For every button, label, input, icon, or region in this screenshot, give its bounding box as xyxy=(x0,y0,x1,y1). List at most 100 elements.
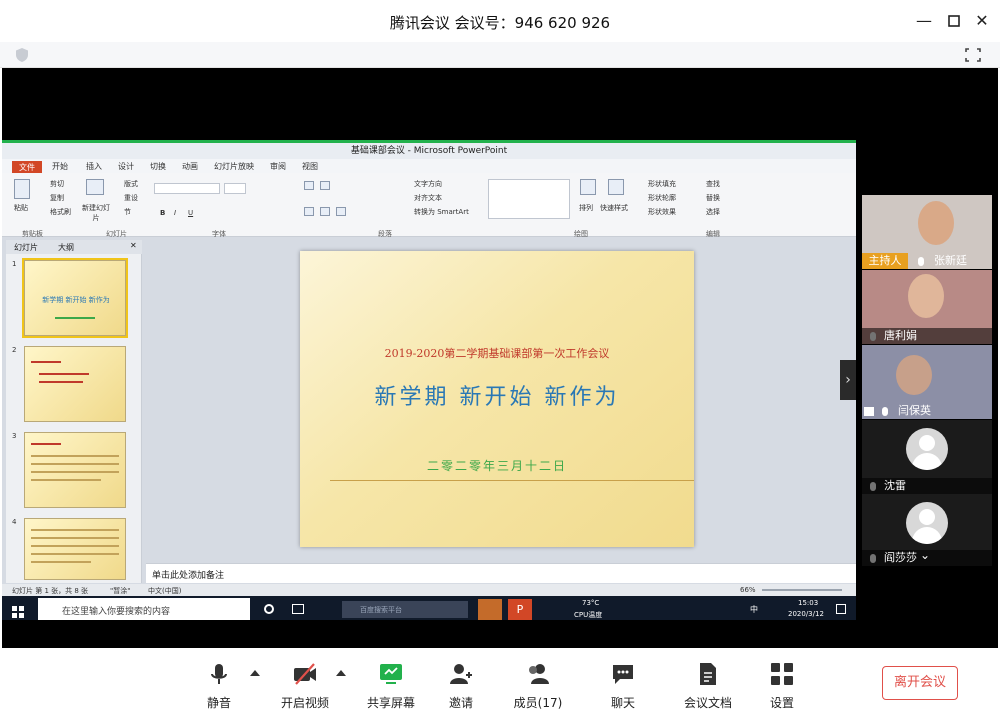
new-slide-button[interactable]: 新建幻灯片 xyxy=(82,203,110,223)
tab-insert[interactable]: 插入 xyxy=(86,161,102,172)
mute-button[interactable]: 静音 xyxy=(184,660,254,716)
ime-indicator[interactable]: 中 xyxy=(750,604,758,615)
find-button[interactable]: 查找 xyxy=(706,179,720,189)
invite-button[interactable]: 邀请 xyxy=(426,660,496,716)
thumb-number: 3 xyxy=(12,432,17,440)
members-button[interactable]: 成员(17) xyxy=(503,660,573,716)
group-clipboard: 剪贴板 xyxy=(22,230,43,238)
maximize-icon[interactable] xyxy=(942,9,966,33)
tab-view[interactable]: 视图 xyxy=(302,161,318,172)
close-pane-icon[interactable]: ✕ xyxy=(130,241,137,250)
quick-styles-button[interactable]: 快速样式 xyxy=(600,203,628,213)
browser-search-box[interactable]: 百度搜索平台 xyxy=(342,601,468,618)
participant-video xyxy=(908,274,944,318)
video-options-caret[interactable] xyxy=(336,670,346,676)
shield-icon[interactable] xyxy=(14,47,30,63)
tab-slideshow[interactable]: 幻灯片放映 xyxy=(214,161,254,172)
app-icon-image[interactable] xyxy=(478,599,502,620)
close-icon[interactable]: ✕ xyxy=(970,9,994,33)
thumbnail-slide-2[interactable] xyxy=(24,346,126,422)
text-direction-button[interactable]: 文字方向 xyxy=(414,179,442,189)
font-size-select[interactable] xyxy=(224,183,246,194)
paste-icon[interactable] xyxy=(14,179,30,199)
shape-fill-button[interactable]: 形状填充 xyxy=(648,179,676,189)
video-off-icon xyxy=(294,663,316,685)
microphone-icon xyxy=(211,664,227,684)
format-painter-button[interactable]: 格式刷 xyxy=(50,207,71,217)
share-screen-icon xyxy=(380,664,402,684)
title-bar: 腾讯会议 会议号：946 620 926 — ✕ xyxy=(0,0,1000,42)
tab-home[interactable]: 开始 xyxy=(52,161,68,172)
windows-start-icon[interactable] xyxy=(12,603,24,618)
tab-design[interactable]: 设计 xyxy=(118,161,134,172)
fullscreen-icon[interactable] xyxy=(964,47,982,63)
chat-button[interactable]: 聊天 xyxy=(588,660,658,716)
start-video-button[interactable]: 开启视频 xyxy=(270,660,340,716)
bold-button[interactable]: B xyxy=(160,209,165,217)
shape-effects-button[interactable]: 形状效果 xyxy=(648,207,676,217)
minimize-icon[interactable]: — xyxy=(912,9,936,33)
notification-icon[interactable] xyxy=(836,604,846,614)
notes-field[interactable]: 单击此处添加备注 xyxy=(146,563,856,583)
slide-divider xyxy=(330,480,694,481)
layout-button[interactable]: 版式 xyxy=(124,179,138,189)
thumbnail-slide-1[interactable]: 新学期 新开始 新作为 xyxy=(22,258,128,338)
thumbnail-slide-3[interactable] xyxy=(24,432,126,508)
select-button[interactable]: 选择 xyxy=(706,207,720,217)
align-center-icon[interactable] xyxy=(320,207,330,216)
arrange-icon[interactable] xyxy=(580,179,596,195)
shapes-gallery[interactable] xyxy=(488,179,570,219)
settings-grid-icon xyxy=(771,663,793,685)
align-left-icon[interactable] xyxy=(304,207,314,216)
participant-tile[interactable]: 闫保英 xyxy=(862,345,992,419)
cortana-icon[interactable] xyxy=(264,604,274,614)
new-slide-icon[interactable] xyxy=(86,179,104,195)
thumbnail-slide-4[interactable] xyxy=(24,518,126,580)
italic-button[interactable]: I xyxy=(174,209,176,217)
participant-tile[interactable]: 沈雷 xyxy=(862,420,992,494)
tab-outline[interactable]: 大纲 xyxy=(58,242,74,253)
copy-button[interactable]: 复制 xyxy=(50,193,64,203)
arrange-button[interactable]: 排列 xyxy=(579,203,593,213)
share-screen-button[interactable]: 共享屏幕 xyxy=(356,660,426,716)
clock-date: 2020/3/12 xyxy=(788,610,824,618)
participant-tile[interactable]: 唐利娟 xyxy=(862,270,992,344)
theme-name: "暂涂" xyxy=(110,587,131,595)
current-slide[interactable]: 2019-2020第二学期基础课部第一次工作会议 新学期 新开始 新作为 二零二… xyxy=(300,251,694,547)
slide-info: 幻灯片 第 1 张，共 8 张 xyxy=(12,587,89,595)
taskbar-search-input[interactable]: 在这里输入你要搜索的内容 xyxy=(38,598,250,620)
settings-button[interactable]: 设置 xyxy=(747,660,817,716)
reset-button[interactable]: 重设 xyxy=(124,193,138,203)
tab-animations[interactable]: 动画 xyxy=(182,161,198,172)
powerpoint-taskbar-icon[interactable]: P xyxy=(508,599,532,620)
numbering-icon[interactable] xyxy=(320,181,330,190)
align-text-button[interactable]: 对齐文本 xyxy=(414,193,442,203)
align-right-icon[interactable] xyxy=(336,207,346,216)
zoom-slider[interactable] xyxy=(762,589,842,591)
thumb-number: 4 xyxy=(12,518,17,526)
shape-outline-button[interactable]: 形状轮廓 xyxy=(648,193,676,203)
section-button[interactable]: 节 xyxy=(124,207,131,217)
tab-slides[interactable]: 幻灯片 xyxy=(14,242,38,253)
settings-label: 设置 xyxy=(769,696,794,710)
replace-button[interactable]: 替换 xyxy=(706,193,720,203)
font-name-select[interactable] xyxy=(154,183,220,194)
underline-button[interactable]: U xyxy=(188,209,193,217)
participant-tile[interactable]: 阎莎莎 ⌄ xyxy=(862,494,992,566)
paste-label: 粘贴 xyxy=(14,204,28,212)
chevron-down-icon[interactable]: ⌄ xyxy=(920,548,930,562)
microphone-icon xyxy=(918,257,924,266)
participant-video xyxy=(896,355,932,395)
bullets-icon[interactable] xyxy=(304,181,314,190)
cut-button[interactable]: 剪切 xyxy=(50,179,64,189)
leave-meeting-button[interactable]: 离开会议 xyxy=(882,666,958,700)
quick-styles-icon[interactable] xyxy=(608,179,624,195)
mute-options-caret[interactable] xyxy=(250,670,260,676)
tab-transitions[interactable]: 切换 xyxy=(150,161,166,172)
task-view-icon[interactable] xyxy=(292,604,304,614)
meeting-docs-button[interactable]: 会议文档 xyxy=(673,660,743,716)
smartart-button[interactable]: 转换为 SmartArt xyxy=(414,207,469,217)
participant-tile[interactable]: 主持人 张新廷 xyxy=(862,195,992,269)
tab-review[interactable]: 审阅 xyxy=(270,161,286,172)
chevron-right-icon[interactable]: › xyxy=(840,360,856,400)
